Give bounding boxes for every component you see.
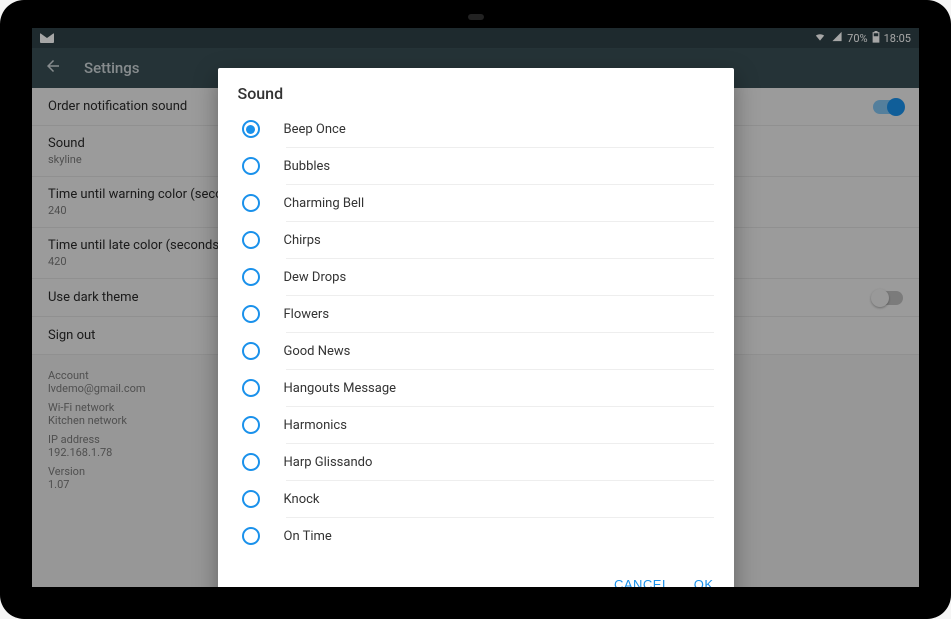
radio-unchecked-icon[interactable] bbox=[242, 453, 260, 471]
dialog-content[interactable]: Beep Once Bubbles Charming Bell Chirps Dew D… bbox=[218, 111, 734, 567]
radio-unchecked-icon[interactable] bbox=[242, 157, 260, 175]
sound-option[interactable]: Chirps bbox=[228, 222, 724, 258]
radio-checked-icon[interactable] bbox=[242, 120, 260, 138]
radio-unchecked-icon[interactable] bbox=[242, 194, 260, 212]
sound-option[interactable]: Bubbles bbox=[228, 148, 724, 184]
radio-unchecked-icon[interactable] bbox=[242, 416, 260, 434]
sound-option[interactable]: Harp Glissando bbox=[228, 444, 724, 480]
radio-unchecked-icon[interactable] bbox=[242, 527, 260, 545]
radio-unchecked-icon[interactable] bbox=[242, 342, 260, 360]
sound-option-label: Chirps bbox=[284, 233, 714, 248]
radio-unchecked-icon[interactable] bbox=[242, 231, 260, 249]
tablet-camera bbox=[468, 14, 484, 20]
sound-option[interactable]: Beep Once bbox=[228, 111, 724, 147]
sound-option[interactable]: Flowers bbox=[228, 296, 724, 332]
sound-option[interactable]: Hangouts Message bbox=[228, 370, 724, 406]
sound-option-label: Flowers bbox=[284, 307, 714, 322]
radio-unchecked-icon[interactable] bbox=[242, 268, 260, 286]
tablet-frame: 70% 18:05 Settings Order notification so… bbox=[0, 0, 951, 619]
sound-option-label: Harmonics bbox=[284, 418, 714, 433]
screen: 70% 18:05 Settings Order notification so… bbox=[32, 28, 919, 587]
dialog-title: Sound bbox=[218, 68, 734, 111]
radio-unchecked-icon[interactable] bbox=[242, 379, 260, 397]
sound-option-label: Bubbles bbox=[284, 159, 714, 174]
sound-option-label: Hangouts Message bbox=[284, 381, 714, 396]
sound-option[interactable]: Good News bbox=[228, 333, 724, 369]
ok-button[interactable]: OK bbox=[694, 577, 714, 587]
sound-option[interactable]: Dew Drops bbox=[228, 259, 724, 295]
sound-option[interactable]: Knock bbox=[228, 481, 724, 517]
sound-dialog: Sound Beep Once Bubbles Charming Bell Chirp… bbox=[218, 68, 734, 587]
dialog-actions: CANCEL OK bbox=[218, 567, 734, 587]
sound-option[interactable]: Harmonics bbox=[228, 407, 724, 443]
sound-option-label: Harp Glissando bbox=[284, 455, 714, 470]
radio-unchecked-icon[interactable] bbox=[242, 305, 260, 323]
radio-unchecked-icon[interactable] bbox=[242, 490, 260, 508]
sound-option-label: Good News bbox=[284, 344, 714, 359]
sound-option-label: On Time bbox=[284, 529, 714, 544]
sound-option-label: Dew Drops bbox=[284, 270, 714, 285]
sound-option[interactable]: On Time bbox=[228, 518, 724, 554]
sound-option-label: Beep Once bbox=[284, 122, 714, 137]
sound-option-label: Knock bbox=[284, 492, 714, 507]
cancel-button[interactable]: CANCEL bbox=[614, 577, 670, 587]
sound-option[interactable]: Charming Bell bbox=[228, 185, 724, 221]
sound-option-label: Charming Bell bbox=[284, 196, 714, 211]
